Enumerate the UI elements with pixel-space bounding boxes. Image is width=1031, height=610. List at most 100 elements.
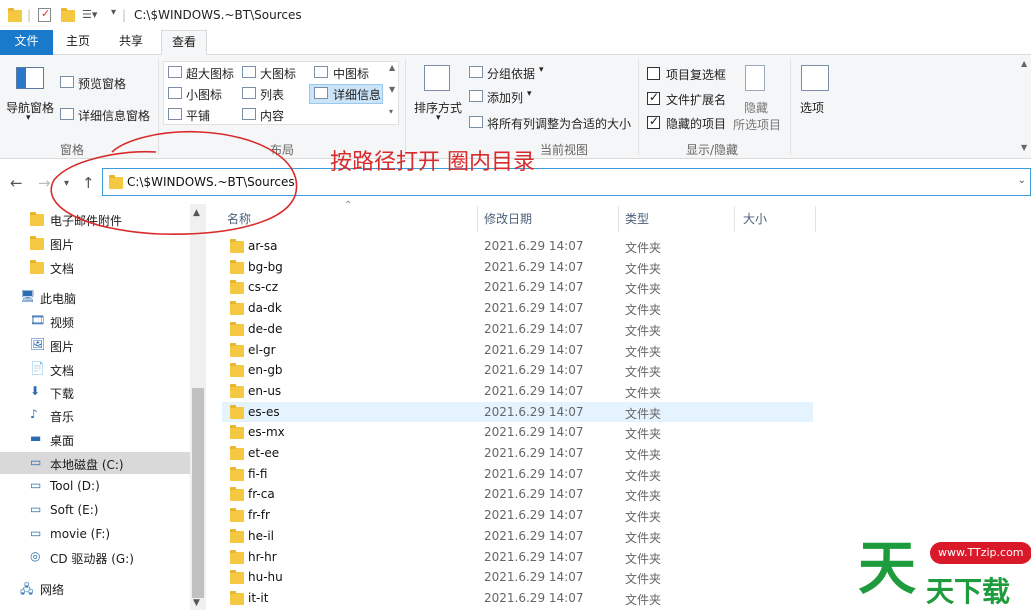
layout-details[interactable]: 详细信息 xyxy=(333,86,381,103)
layout-medium-icons[interactable]: 中图标 xyxy=(333,65,369,82)
column-divider[interactable] xyxy=(734,206,735,232)
folder-icon xyxy=(230,363,244,378)
customize-qat-icon[interactable]: ☰▾ xyxy=(82,8,97,21)
size-all-columns-button[interactable]: 将所有列调整为合适的大小 xyxy=(487,115,631,132)
watermark: 天 www.TTzip.com 天下载 xyxy=(852,530,1031,610)
ribbon-scroll-up-icon[interactable]: ▲ xyxy=(1021,59,1027,68)
column-divider[interactable] xyxy=(477,206,478,232)
file-row[interactable]: fr-fr 2021.6.29 14:07 文件夹 xyxy=(222,505,813,525)
ribbon-scroll-down-icon[interactable]: ▼ xyxy=(1021,143,1027,152)
column-header-type[interactable]: 类型 xyxy=(625,210,649,227)
nav-item[interactable]: 🖧 网络 xyxy=(0,577,190,599)
layout-extra-large-icons[interactable]: 超大图标 xyxy=(186,65,234,82)
file-row[interactable]: hr-hr 2021.6.29 14:07 文件夹 xyxy=(222,547,813,567)
hide-selected-button[interactable]: 隐藏 所选项目 xyxy=(731,63,783,133)
qat-dropdown-icon[interactable]: ▾ xyxy=(111,7,116,18)
nav-item-label: 文档 xyxy=(50,364,75,378)
nav-item[interactable]: ⬇ 下载 xyxy=(0,381,190,403)
file-extensions-checkbox[interactable] xyxy=(647,90,660,105)
preview-pane-button[interactable]: 预览窗格 xyxy=(78,75,126,92)
tab-file[interactable]: 文件 xyxy=(0,30,53,55)
properties-icon[interactable]: ✓ xyxy=(38,7,51,22)
back-arrow-icon[interactable]: ← xyxy=(10,174,23,192)
nav-item[interactable]: ▭ 本地磁盘 (C:) xyxy=(0,452,190,474)
tab-home[interactable]: 主页 xyxy=(56,30,100,55)
layout-scroll-down-icon[interactable]: ▼ xyxy=(389,85,395,94)
nav-item[interactable]: ◎ CD 驱动器 (G:) xyxy=(0,546,190,568)
file-type: 文件夹 xyxy=(625,406,662,421)
layout-content[interactable]: 内容 xyxy=(260,107,284,124)
column-header-size[interactable]: 大小 xyxy=(743,210,767,227)
fit-columns-icon xyxy=(469,116,483,128)
nav-item[interactable]: ▭ movie (F:) xyxy=(0,523,190,545)
address-path[interactable]: C:\$WINDOWS.~BT\Sources xyxy=(127,175,295,189)
group-by-button[interactable]: 分组依据 xyxy=(487,65,535,82)
forward-arrow-icon[interactable]: → xyxy=(38,174,51,192)
group-divider xyxy=(405,59,406,155)
file-row[interactable]: es-mx 2021.6.29 14:07 文件夹 xyxy=(222,422,813,442)
folder-icon xyxy=(109,175,123,189)
add-column-icon xyxy=(469,90,483,102)
details-icon xyxy=(314,87,328,99)
hidden-items-checkbox[interactable] xyxy=(647,114,660,129)
column-divider[interactable] xyxy=(815,206,816,232)
nav-item[interactable]: ▬ 桌面 xyxy=(0,428,190,450)
nav-item[interactable]: ▭ Soft (E:) xyxy=(0,499,190,521)
nav-item[interactable]: ♪ 音乐 xyxy=(0,404,190,426)
column-header-date[interactable]: 修改日期 xyxy=(484,210,532,227)
nav-item[interactable]: 📄 文档 xyxy=(0,358,190,380)
options-button[interactable]: 选项 xyxy=(796,63,836,129)
file-row[interactable]: hu-hu 2021.6.29 14:07 文件夹 xyxy=(222,567,813,587)
column-header-name[interactable]: 名称 xyxy=(227,210,251,227)
item-checkboxes-checkbox[interactable] xyxy=(647,67,660,80)
file-row[interactable]: et-ee 2021.6.29 14:07 文件夹 xyxy=(222,443,813,463)
navigation-pane-button[interactable]: 导航窗格 ▾ xyxy=(4,65,56,131)
nav-item-label: Soft (E:) xyxy=(50,503,99,517)
file-row[interactable]: en-gb 2021.6.29 14:07 文件夹 xyxy=(222,360,813,380)
nav-item[interactable]: 文档 xyxy=(0,256,190,278)
layout-tiles[interactable]: 平铺 xyxy=(186,107,210,124)
nav-item[interactable]: 图片 xyxy=(0,232,190,254)
file-row[interactable]: en-us 2021.6.29 14:07 文件夹 xyxy=(222,381,813,401)
nav-scroll-up-icon[interactable]: ▲ xyxy=(193,208,200,218)
column-divider[interactable] xyxy=(618,206,619,232)
tab-view[interactable]: 查看 xyxy=(161,30,207,56)
new-folder-icon[interactable] xyxy=(61,8,75,22)
separator: | xyxy=(27,8,32,22)
file-row[interactable]: de-de 2021.6.29 14:07 文件夹 xyxy=(222,319,813,339)
recent-locations-icon[interactable]: ▾ xyxy=(64,178,69,189)
add-column-button[interactable]: 添加列 xyxy=(487,89,523,106)
layout-scroll-up-icon[interactable]: ▲ xyxy=(389,63,395,72)
nav-scrollbar-thumb[interactable] xyxy=(192,388,204,598)
folder-icon xyxy=(230,508,244,523)
group-divider xyxy=(790,59,791,155)
tab-share[interactable]: 共享 xyxy=(108,30,154,55)
file-row[interactable]: ar-sa 2021.6.29 14:07 文件夹 xyxy=(222,236,813,256)
address-bar[interactable]: C:\$WINDOWS.~BT\Sources ⌄ xyxy=(102,168,1031,196)
layout-small-icons[interactable]: 小图标 xyxy=(186,86,222,103)
file-row[interactable]: cs-cz 2021.6.29 14:07 文件夹 xyxy=(222,277,813,297)
layout-large-icons[interactable]: 大图标 xyxy=(260,65,296,82)
address-dropdown-icon[interactable]: ⌄ xyxy=(1018,175,1026,186)
details-pane-button[interactable]: 详细信息窗格 xyxy=(78,107,150,124)
up-arrow-icon[interactable]: ↑ xyxy=(82,174,95,192)
file-date: 2021.6.29 14:07 xyxy=(484,487,584,502)
file-row[interactable]: da-dk 2021.6.29 14:07 文件夹 xyxy=(222,298,813,318)
nav-item[interactable]: ▭ Tool (D:) xyxy=(0,475,190,497)
nav-item[interactable]: 电子邮件附件 xyxy=(0,208,190,230)
file-row[interactable]: el-gr 2021.6.29 14:07 文件夹 xyxy=(222,340,813,360)
file-row[interactable]: fi-fi 2021.6.29 14:07 文件夹 xyxy=(222,464,813,484)
file-row[interactable]: bg-bg 2021.6.29 14:07 文件夹 xyxy=(222,257,813,277)
nav-item[interactable]: 🖼 图片 xyxy=(0,334,190,356)
file-type: 文件夹 xyxy=(625,303,662,318)
sort-by-button[interactable]: 排序方式 ▾ xyxy=(412,63,464,129)
file-row[interactable]: he-il 2021.6.29 14:07 文件夹 xyxy=(222,526,813,546)
nav-item[interactable]: 🖥 此电脑 xyxy=(0,286,190,308)
file-row[interactable]: it-it 2021.6.29 14:07 文件夹 xyxy=(222,588,813,608)
layout-expand-icon[interactable]: ▾ xyxy=(389,107,393,116)
layout-list[interactable]: 列表 xyxy=(260,86,284,103)
nav-scroll-down-icon[interactable]: ▼ xyxy=(193,598,200,608)
file-row[interactable]: fr-ca 2021.6.29 14:07 文件夹 xyxy=(222,484,813,504)
file-row[interactable]: es-es 2021.6.29 14:07 文件夹 xyxy=(222,401,813,422)
nav-item[interactable]: 🎞 视频 xyxy=(0,310,190,332)
